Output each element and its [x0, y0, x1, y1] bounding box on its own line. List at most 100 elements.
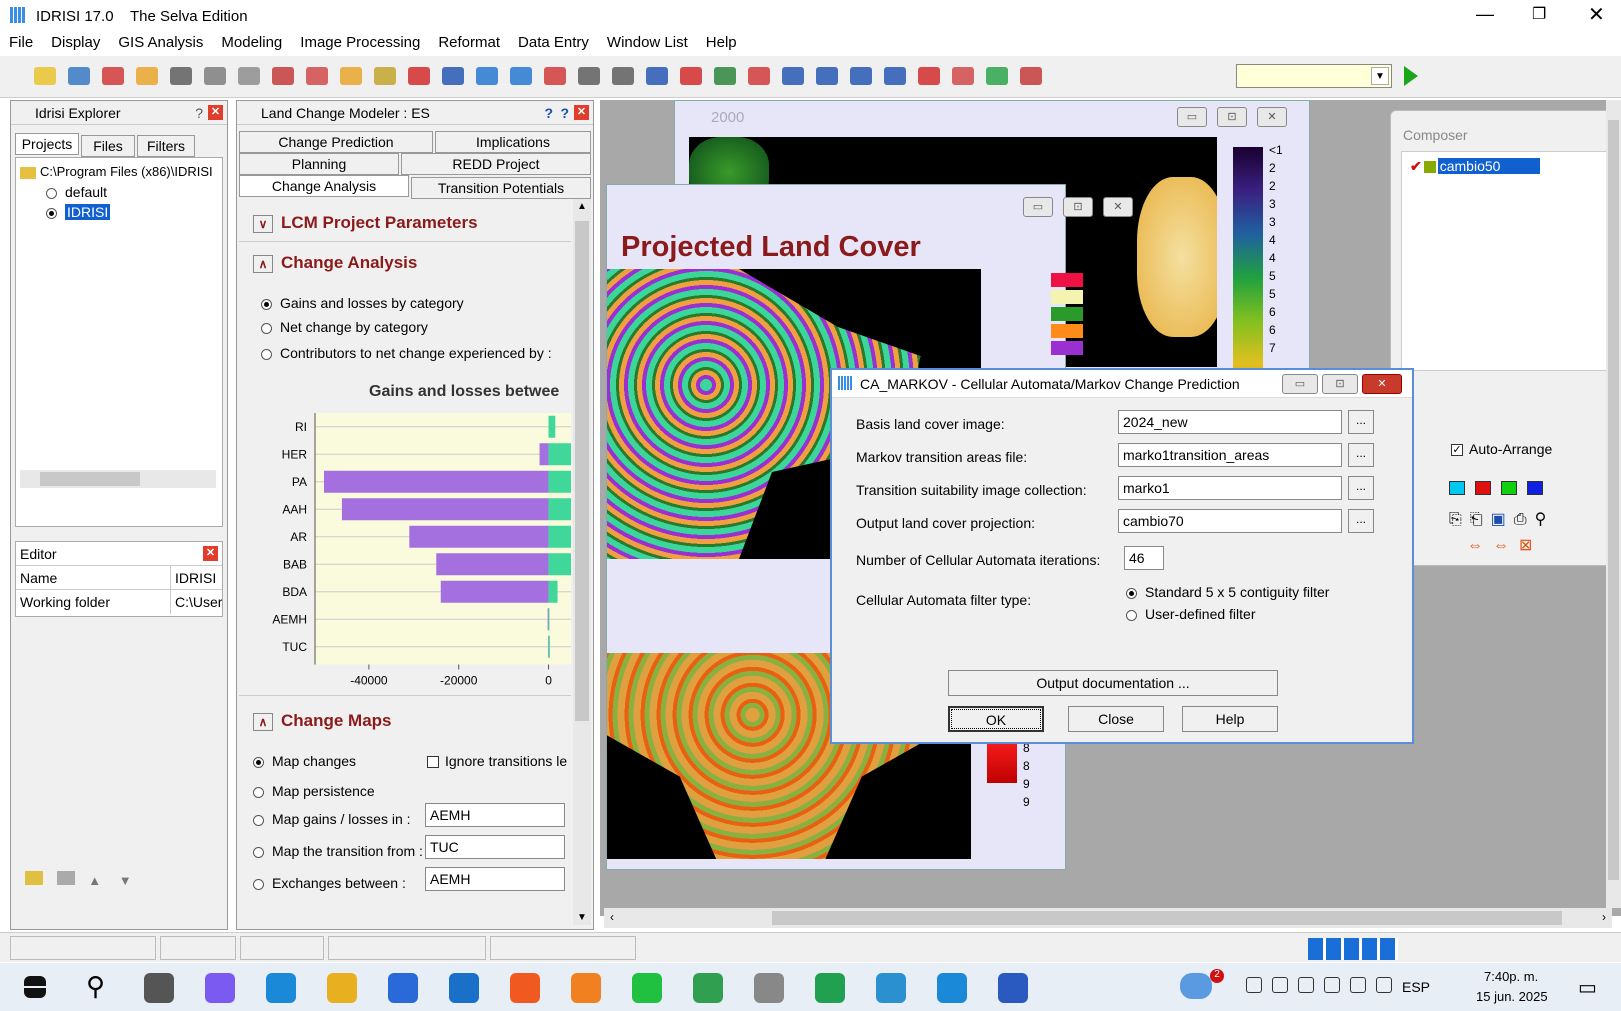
tab-redd-project[interactable]: REDD Project [401, 153, 591, 175]
blue-square-icon[interactable] [1527, 481, 1543, 495]
toolbar-tool-icon[interactable] [476, 67, 498, 85]
print-icon[interactable]: ⎙ [1514, 511, 1527, 528]
toolbar-tool-icon[interactable] [34, 67, 56, 85]
field-input[interactable]: marko1 [1118, 476, 1342, 500]
taskbar-app-icon[interactable] [937, 973, 967, 1003]
taskbar-app-icon[interactable] [510, 973, 540, 1003]
horizontal-scrollbar[interactable] [20, 470, 216, 488]
taskbar-app-icon[interactable] [144, 973, 174, 1003]
tab-transition-potentials[interactable]: Transition Potentials [411, 177, 591, 199]
minimize-button[interactable]: — [1476, 4, 1494, 25]
restore-button[interactable]: ⊡ [1063, 197, 1093, 217]
toolbar-tool-icon[interactable] [170, 67, 192, 85]
close-button[interactable]: ✕ [1588, 2, 1605, 27]
toolbar-tool-icon[interactable] [748, 67, 770, 85]
field-input[interactable]: marko1transition_areas [1118, 443, 1342, 467]
help-icon[interactable]: ? [195, 101, 203, 125]
menu-data-entry[interactable]: Data Entry [509, 32, 598, 53]
restore-button[interactable]: ❐ [1532, 4, 1546, 24]
radio-map-gains-losses[interactable]: Map gains / losses in : [253, 811, 411, 827]
radio-contributors[interactable]: Contributors to net change experienced b… [261, 345, 552, 361]
toolbar-tool-icon[interactable] [782, 67, 804, 85]
up-arrow-icon[interactable]: ▲ [88, 873, 101, 888]
toolbar-tool-icon[interactable] [408, 67, 430, 85]
toolbar-tool-icon[interactable] [238, 67, 260, 85]
taskbar-app-icon[interactable] [327, 973, 357, 1003]
auto-arrange-checkbox[interactable]: ✓ Auto-Arrange [1451, 441, 1552, 457]
save-icon[interactable]: ▣ [1491, 511, 1506, 528]
toolbar-tool-icon[interactable] [306, 67, 328, 85]
taskbar-app-icon[interactable] [266, 973, 296, 1003]
wifi-icon[interactable] [1350, 977, 1366, 993]
notification-icon[interactable]: ▭ [1578, 975, 1597, 1000]
toolbar-tool-icon[interactable] [714, 67, 736, 85]
close-icon[interactable]: ✕ [208, 105, 223, 120]
ca-markov-dialog[interactable]: CA_MARKOV - Cellular Automata/Markov Cha… [830, 368, 1414, 744]
pin-icon[interactable]: ⚲ [1535, 511, 1547, 528]
radio-standard-filter[interactable]: Standard 5 x 5 contiguity filter [1126, 584, 1329, 600]
help-icon[interactable]: ? [560, 101, 569, 125]
toolbar-tool-icon[interactable] [272, 67, 294, 85]
ignore-transitions-checkbox[interactable]: Ignore transitions le [427, 753, 567, 769]
zoom-extent-icon[interactable]: ⊠ [1519, 537, 1532, 554]
toolbar-tool-icon[interactable] [986, 67, 1008, 85]
help-button[interactable]: Help [1182, 706, 1278, 732]
toolbar-tool-icon[interactable] [136, 67, 158, 85]
toolbar-tool-icon[interactable] [816, 67, 838, 85]
toolbar-tool-icon[interactable] [952, 67, 974, 85]
tab-filters[interactable]: Filters [137, 135, 195, 157]
ok-button[interactable]: OK [948, 706, 1044, 732]
tree-item-idrisi[interactable]: IDRISI [46, 204, 111, 220]
close-button[interactable]: ✕ [1362, 374, 1402, 394]
new-folder-icon[interactable] [25, 871, 43, 885]
taskbar-app-icon[interactable] [449, 973, 479, 1003]
iterations-input[interactable]: 46 [1124, 546, 1164, 570]
toolbar-tool-icon[interactable] [578, 67, 600, 85]
tab-projects[interactable]: Projects [15, 133, 79, 155]
toolbar-tool-icon[interactable] [340, 67, 362, 85]
run-icon[interactable] [1404, 66, 1418, 86]
workspace-vscroll[interactable] [1606, 100, 1621, 908]
restore-button[interactable]: ⊡ [1217, 107, 1247, 127]
down-arrow-icon[interactable]: ▼ [119, 873, 132, 888]
help-icon[interactable]: ? [544, 101, 553, 125]
pan-center-icon[interactable]: ⇔ [1493, 537, 1509, 554]
toolbar-tool-icon[interactable] [1020, 67, 1042, 85]
exchanges-input[interactable]: AEMH [425, 867, 565, 891]
toolbar-tool-icon[interactable] [442, 67, 464, 85]
workspace-hscroll[interactable]: ‹ › [604, 908, 1612, 928]
minimize-button[interactable]: ▭ [1023, 197, 1053, 217]
lcm-scrollbar[interactable]: ▲ ▼ [573, 199, 591, 925]
toolbar-tool-icon[interactable] [884, 67, 906, 85]
taskbar-app-icon[interactable] [571, 973, 601, 1003]
radio-map-persistence[interactable]: Map persistence [253, 783, 375, 799]
menu-modeling[interactable]: Modeling [212, 32, 291, 53]
gains-losses-input[interactable]: AEMH [425, 803, 565, 827]
toolbar-tool-icon[interactable] [680, 67, 702, 85]
minimize-button[interactable]: ▭ [1282, 374, 1318, 394]
menu-file[interactable]: File [0, 32, 42, 53]
browse-button[interactable]: ... [1348, 476, 1374, 500]
toolbar-tool-icon[interactable] [544, 67, 566, 85]
browse-button[interactable]: ... [1348, 509, 1374, 533]
green-square-icon[interactable] [1501, 481, 1517, 495]
menu-help[interactable]: Help [697, 32, 746, 53]
cyan-square-icon[interactable] [1449, 481, 1465, 495]
add-layer-icon[interactable]: ⎘ [1449, 511, 1462, 528]
radio-map-transition[interactable]: Map the transition from : [253, 843, 423, 859]
close-dialog-button[interactable]: Close [1068, 706, 1164, 732]
close-button[interactable]: ✕ [1257, 107, 1287, 127]
browse-button[interactable]: ... [1348, 443, 1374, 467]
taskbar-app-icon[interactable] [388, 973, 418, 1003]
toolbar-tool-icon[interactable] [646, 67, 668, 85]
radio-map-changes[interactable]: Map changes [253, 753, 356, 769]
toolbar-tool-icon[interactable] [850, 67, 872, 85]
radio-exchanges[interactable]: Exchanges between : [253, 875, 406, 891]
change-maps-heading[interactable]: ∧ Change Maps [253, 711, 392, 731]
red-square-icon[interactable] [1475, 481, 1491, 495]
taskbar-app-icon[interactable] [693, 973, 723, 1003]
radio-user-filter[interactable]: User-defined filter [1126, 606, 1256, 622]
radio-gains-losses[interactable]: Gains and losses by category [261, 295, 464, 311]
field-input[interactable]: 2024_new [1118, 410, 1342, 434]
tab-planning[interactable]: Planning [239, 153, 399, 175]
